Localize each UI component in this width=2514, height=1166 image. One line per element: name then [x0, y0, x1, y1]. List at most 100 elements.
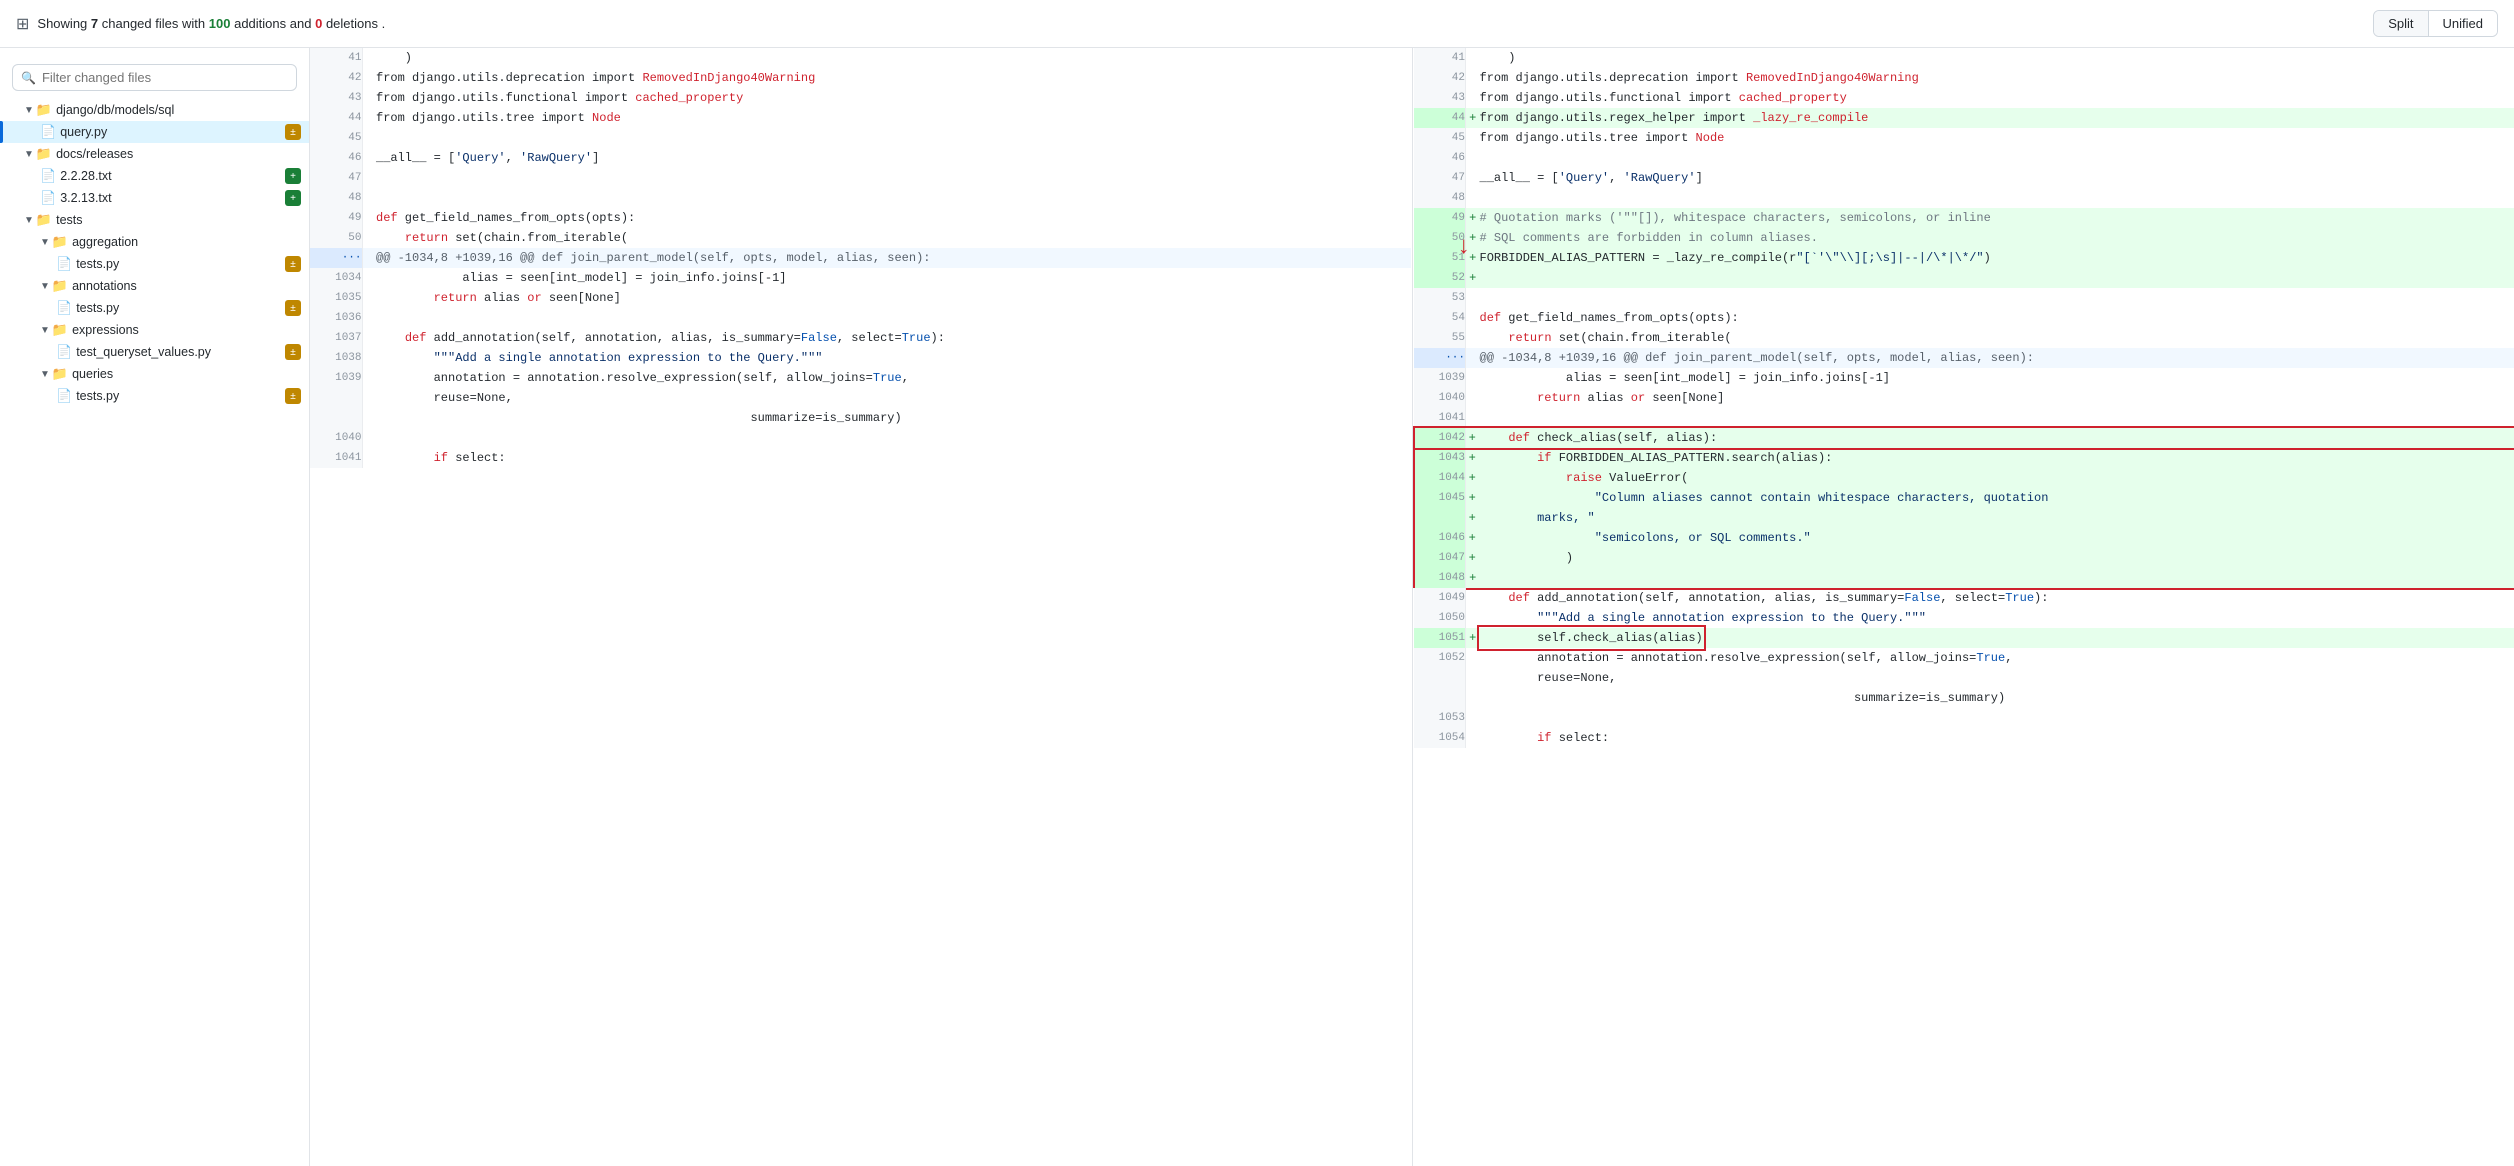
- sidebar-item-aggregation-tests[interactable]: 📄 tests.py ±: [0, 253, 309, 275]
- table-row: 1045 + "Column aliases cannot contain wh…: [1414, 488, 2514, 508]
- table-row: 42 from django.utils.deprecation import …: [310, 68, 1411, 88]
- sidebar-item-annotations-folder[interactable]: ▼ 📁 annotations: [0, 275, 309, 297]
- folder-icon: 📁: [36, 212, 52, 228]
- table-row: 1038 """Add a single annotation expressi…: [310, 348, 1411, 368]
- sidebar-item-query[interactable]: 📄 query.py ±: [0, 121, 309, 143]
- table-row: 1039 alias = seen[int_model] = join_info…: [1414, 368, 2514, 388]
- file-icon: 📄: [40, 190, 56, 206]
- table-row: 1053: [1414, 708, 2514, 728]
- folder-icon: 📁: [52, 366, 68, 382]
- folder-icon: 📁: [36, 146, 52, 162]
- file-icon: 📄: [56, 344, 72, 360]
- table-row: 52 +: [1414, 268, 2514, 288]
- table-row: ··· @@ -1034,8 +1039,16 @@ def join_pare…: [310, 248, 1411, 268]
- sidebar-item-tests-folder[interactable]: ▼ 📁 tests: [0, 209, 309, 231]
- table-row: 43 from django.utils.functional import c…: [1414, 88, 2514, 108]
- table-row: 53: [1414, 288, 2514, 308]
- sidebar-item-expressions-testqs[interactable]: 📄 test_queryset_values.py ±: [0, 341, 309, 363]
- sidebar-item-2228[interactable]: 📄 2.2.28.txt +: [0, 165, 309, 187]
- folder-icon: 📁: [52, 278, 68, 294]
- table-row: 1041: [1414, 408, 2514, 428]
- table-row: 1040: [310, 428, 1411, 448]
- sidebar-item-3213[interactable]: 📄 3.2.13.txt +: [0, 187, 309, 209]
- table-row: 42 from django.utils.deprecation import …: [1414, 68, 2514, 88]
- chevron-down-icon: ▼: [40, 369, 50, 380]
- badge-modified: ±: [285, 344, 301, 360]
- table-row: 46 __all__ = ['Query', 'RawQuery']: [310, 148, 1411, 168]
- table-row: 1047 + ): [1414, 548, 2514, 568]
- search-box[interactable]: 🔍: [12, 64, 297, 91]
- app-container: ⊞ Showing 7 changed files with 100 addit…: [0, 0, 2514, 1166]
- file-icon: 📄: [56, 256, 72, 272]
- arrow-indicator: ↓: [1457, 238, 1471, 258]
- table-row: 1051 + self.check_alias(alias): [1414, 628, 2514, 648]
- sidebar-item-queries-tests[interactable]: 📄 tests.py ±: [0, 385, 309, 407]
- line-number: 41: [310, 48, 362, 68]
- split-button[interactable]: Split: [2374, 11, 2428, 36]
- table-row: 51 + FORBIDDEN_ALIAS_PATTERN = _lazy_re_…: [1414, 248, 2514, 268]
- table-row: 1048 +: [1414, 568, 2514, 588]
- table-row: 41 ): [1414, 48, 2514, 68]
- added-block-start: 1042 + def check_alias(self, alias):: [1414, 428, 2514, 448]
- summary-text: Showing 7 changed files with 100 additio…: [37, 16, 385, 31]
- table-row: 44 + from django.utils.regex_helper impo…: [1414, 108, 2514, 128]
- table-row: 50 + # SQL comments are forbidden in col…: [1414, 228, 2514, 248]
- file-icon: 📄: [56, 300, 72, 316]
- table-row: 1049 def add_annotation(self, annotation…: [1414, 588, 2514, 608]
- table-row: 49 def get_field_names_from_opts(opts):: [310, 208, 1411, 228]
- sidebar: 🔍 ▼ 📁 django/db/models/sql: [0, 48, 310, 1166]
- sidebar-item-django-folder[interactable]: ▼ 📁 django/db/models/sql: [0, 99, 309, 121]
- table-row: 50 return set(chain.from_iterable(: [310, 228, 1411, 248]
- table-row: 41 ): [310, 48, 1411, 68]
- table-row: 46: [1414, 148, 2514, 168]
- search-icon: 🔍: [21, 71, 36, 85]
- badge-modified: ±: [285, 388, 301, 404]
- table-row: 43 from django.utils.functional import c…: [310, 88, 1411, 108]
- top-bar: ⊞ Showing 7 changed files with 100 addit…: [0, 0, 2514, 48]
- table-row: 1046 + "semicolons, or SQL comments.": [1414, 528, 2514, 548]
- sidebar-item-expressions-folder[interactable]: ▼ 📁 expressions: [0, 319, 309, 341]
- folder-icon: 📁: [52, 322, 68, 338]
- table-row: 1041 if select:: [310, 448, 1411, 468]
- badge-added: +: [285, 168, 301, 184]
- chevron-down-icon: ▼: [40, 325, 50, 336]
- table-row: summarize=is_summary): [310, 408, 1411, 428]
- unified-button[interactable]: Unified: [2429, 11, 2497, 36]
- diff-pane-right: 41 ) 42 from django.utils.deprecation im…: [1413, 48, 2514, 1166]
- table-row: reuse=None,: [310, 388, 1411, 408]
- right-code-table: 41 ) 42 from django.utils.deprecation im…: [1413, 48, 2514, 748]
- table-row: + marks, ": [1414, 508, 2514, 528]
- diff-pane-left: 41 ) 42 from django.utils.deprecation im…: [310, 48, 1413, 1166]
- badge-modified: ±: [285, 124, 301, 140]
- table-row: 44 from django.utils.tree import Node: [310, 108, 1411, 128]
- line-sign: [362, 48, 376, 68]
- table-row: 1035 return alias or seen[None]: [310, 288, 1411, 308]
- table-row: 45 from django.utils.tree import Node: [1414, 128, 2514, 148]
- folder-icon: 📁: [36, 102, 52, 118]
- search-input[interactable]: [42, 70, 288, 85]
- table-row: 1039 annotation = annotation.resolve_exp…: [310, 368, 1411, 388]
- view-toggle: Split Unified: [2373, 10, 2498, 37]
- table-row: 45: [310, 128, 1411, 148]
- chevron-down-icon: ▼: [24, 149, 34, 160]
- table-row: 54 def get_field_names_from_opts(opts):: [1414, 308, 2514, 328]
- file-tree: ▼ 📁 django/db/models/sql 📄 query.py ±: [0, 99, 309, 407]
- table-row: 1036: [310, 308, 1411, 328]
- table-row: 48: [310, 188, 1411, 208]
- table-row: 1034 alias = seen[int_model] = join_info…: [310, 268, 1411, 288]
- sidebar-item-annotations-tests[interactable]: 📄 tests.py ±: [0, 297, 309, 319]
- sidebar-item-docs-folder[interactable]: ▼ 📁 docs/releases: [0, 143, 309, 165]
- file-icon: 📄: [56, 388, 72, 404]
- table-row: 49 ↓ + # Quotation marks ('""[]), whites…: [1414, 208, 2514, 228]
- table-row: 47 __all__ = ['Query', 'RawQuery']: [1414, 168, 2514, 188]
- sidebar-item-queries-folder[interactable]: ▼ 📁 queries: [0, 363, 309, 385]
- table-row: summarize=is_summary): [1414, 688, 2514, 708]
- chevron-down-icon: ▼: [40, 281, 50, 292]
- table-row: 55 return set(chain.from_iterable(: [1414, 328, 2514, 348]
- table-row: 1052 annotation = annotation.resolve_exp…: [1414, 648, 2514, 668]
- file-icon: 📄: [40, 168, 56, 184]
- table-row: 1040 return alias or seen[None]: [1414, 388, 2514, 408]
- chevron-down-icon: ▼: [24, 105, 34, 116]
- table-row: 48: [1414, 188, 2514, 208]
- sidebar-item-aggregation-folder[interactable]: ▼ 📁 aggregation: [0, 231, 309, 253]
